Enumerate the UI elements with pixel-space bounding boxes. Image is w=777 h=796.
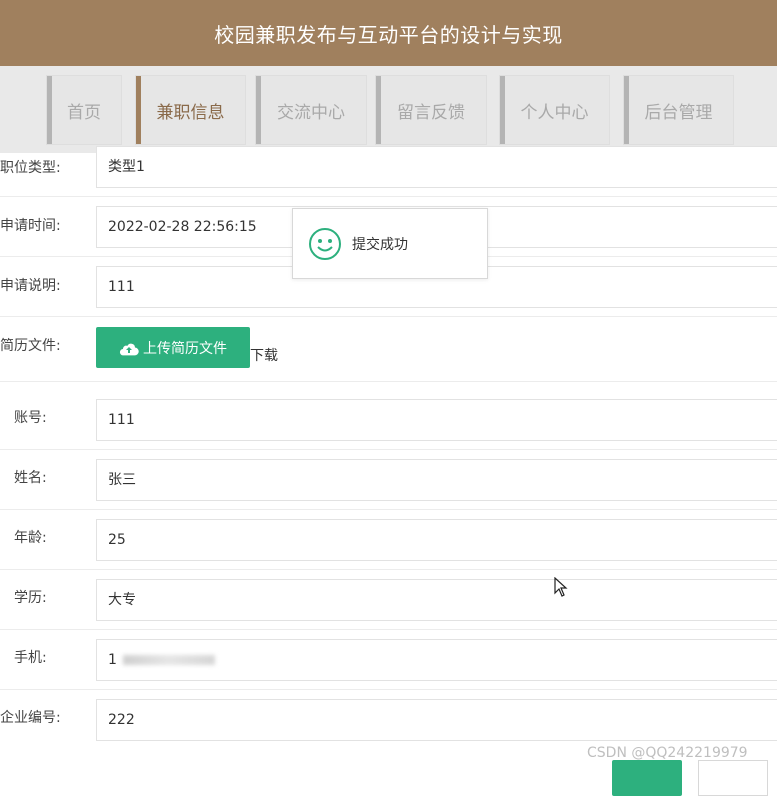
education-field[interactable]: 大专 <box>96 579 777 621</box>
upload-button-label: 上传简历文件 <box>143 340 227 357</box>
account-row: 账号: 111 <box>0 399 777 459</box>
resume-label: 简历文件: <box>0 338 61 354</box>
divider <box>0 689 777 690</box>
phone-redaction <box>123 655 216 665</box>
smile-icon <box>309 227 341 260</box>
download-link[interactable]: 下载 <box>250 345 278 365</box>
submit-button[interactable] <box>612 760 682 796</box>
nav-item-jobs[interactable]: 兼职信息 <box>135 75 246 145</box>
job-type-field[interactable]: 类型1 <box>96 146 777 188</box>
main-nav: 首页 兼职信息 交流中心 留言反馈 个人中心 后台管理 <box>0 66 777 153</box>
divider <box>0 381 777 382</box>
nav-item-profile[interactable]: 个人中心 <box>499 75 610 145</box>
name-row: 姓名: 张三 <box>0 459 777 519</box>
nav-item-admin[interactable]: 后台管理 <box>623 75 734 145</box>
education-label: 学历: <box>14 590 47 606</box>
apply-desc-label: 申请说明: <box>0 278 61 294</box>
nav-label: 留言反馈 <box>397 102 465 123</box>
success-toast: 提交成功 <box>292 208 488 279</box>
company-no-label: 企业编号: <box>0 710 61 726</box>
page-title: 校园兼职发布与互动平台的设计与实现 <box>214 22 563 47</box>
phone-value: 1 <box>108 652 117 668</box>
divider <box>0 509 777 510</box>
age-label: 年龄: <box>14 530 47 546</box>
nav-label: 首页 <box>67 102 101 123</box>
divider <box>0 629 777 630</box>
phone-label: 手机: <box>14 650 47 666</box>
nav-item-home[interactable]: 首页 <box>46 75 122 145</box>
company-no-field[interactable]: 222 <box>96 699 777 741</box>
nav-item-feedback[interactable]: 留言反馈 <box>375 75 487 145</box>
upload-resume-button[interactable]: 上传简历文件 <box>96 327 250 368</box>
nav-label: 交流中心 <box>277 102 345 123</box>
toast-message: 提交成功 <box>352 236 408 253</box>
cloud-upload-icon <box>119 343 139 355</box>
job-type-label: 职位类型: <box>0 160 61 176</box>
job-type-row: 职位类型: 类型1 <box>0 146 777 206</box>
account-field[interactable]: 111 <box>96 399 777 441</box>
account-label: 账号: <box>14 410 47 426</box>
age-row: 年龄: 25 <box>0 519 777 579</box>
age-field[interactable]: 25 <box>96 519 777 561</box>
education-row: 学历: 大专 <box>0 579 777 639</box>
name-label: 姓名: <box>14 470 47 486</box>
divider <box>0 196 777 197</box>
divider <box>0 449 777 450</box>
nav-label: 兼职信息 <box>156 102 225 123</box>
divider <box>0 569 777 570</box>
page-header: 校园兼职发布与互动平台的设计与实现 <box>0 0 777 66</box>
back-button[interactable] <box>698 760 768 796</box>
phone-field[interactable]: 1 <box>96 639 777 681</box>
nav-item-forum[interactable]: 交流中心 <box>255 75 367 145</box>
nav-label: 个人中心 <box>520 102 589 123</box>
mouse-cursor-icon <box>554 577 568 597</box>
name-field[interactable]: 张三 <box>96 459 777 501</box>
divider <box>0 316 777 317</box>
nav-label: 后台管理 <box>644 102 713 123</box>
watermark: CSDN @QQ242219979 <box>587 745 748 761</box>
apply-time-label: 申请时间: <box>0 218 61 234</box>
phone-row: 手机: 1 <box>0 639 777 699</box>
